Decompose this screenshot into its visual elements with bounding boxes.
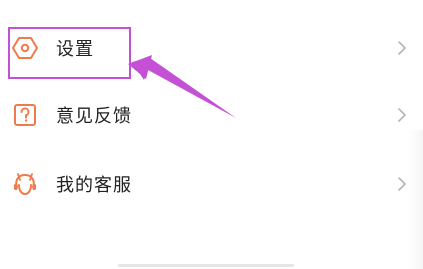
- chevron-right-icon: [398, 41, 406, 55]
- chevron-right-icon: [398, 177, 406, 191]
- chevron-right-icon: [398, 108, 406, 122]
- settings-hexagon-icon: [12, 35, 38, 61]
- home-indicator: [118, 264, 294, 267]
- menu-item-settings[interactable]: 设置: [0, 26, 423, 70]
- question-box-icon: [12, 102, 38, 128]
- customer-service-icon: [12, 171, 38, 197]
- menu-item-customer-service[interactable]: 我的客服: [0, 162, 423, 206]
- menu-item-feedback[interactable]: 意见反馈: [0, 93, 423, 137]
- menu-item-label: 意见反馈: [56, 106, 132, 127]
- menu-item-label: 我的客服: [56, 175, 132, 196]
- menu-item-label: 设置: [56, 39, 94, 60]
- edge-shadow: [409, 130, 423, 269]
- settings-menu-screen: 设置 意见反馈 我的客服: [0, 0, 423, 269]
